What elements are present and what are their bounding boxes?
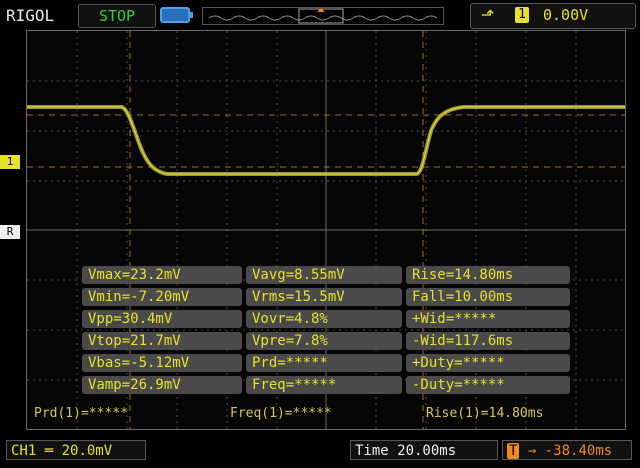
measurement-cell: Prd=***** <box>246 354 402 372</box>
timebase-button[interactable]: Time 20.00ms <box>350 440 498 460</box>
horizontal-offset-value: -38.40ms <box>544 443 613 459</box>
horizontal-offset-button[interactable]: T → -38.40ms <box>502 440 632 460</box>
waveform-overview-icon <box>208 8 438 24</box>
measurement-cell: -Wid=117.6ms <box>406 332 570 350</box>
frequency-readout: Freq(1)=***** <box>230 406 332 421</box>
memory-position-bar[interactable] <box>202 7 444 25</box>
battery-icon <box>160 7 193 23</box>
trigger-source-badge: 1 <box>515 7 529 23</box>
reference-marker[interactable]: R <box>0 225 20 239</box>
rise-readout: Rise(1)=14.80ms <box>426 406 544 421</box>
trigger-icon: T <box>507 443 520 459</box>
measurement-cell: Vtop=21.7mV <box>82 332 242 350</box>
measurement-cell: Fall=10.00ms <box>406 288 570 306</box>
channel1-scale-value: 20.0mV <box>61 443 113 459</box>
channel1-marker[interactable]: 1 <box>0 155 20 169</box>
measurement-cell: -Duty=***** <box>406 376 570 394</box>
measurement-cell: Vmax=23.2mV <box>82 266 242 284</box>
rising-edge-icon: ⬏ <box>481 5 495 24</box>
measurement-cell: Vamp=26.9mV <box>82 376 242 394</box>
measurement-cell: Vmin=-7.20mV <box>82 288 242 306</box>
dc-coupling-icon: ═ <box>44 443 62 459</box>
run-status-button[interactable]: STOP <box>78 4 156 28</box>
measurement-cell: Vavg=8.55mV <box>246 266 402 284</box>
trigger-panel[interactable]: ⬏ 1 0.00V <box>470 3 636 29</box>
measurement-cell: Vrms=15.5mV <box>246 288 402 306</box>
arrow-icon: → <box>527 443 537 459</box>
measurement-cell: +Wid=***** <box>406 310 570 328</box>
measurement-cell: Vbas=-5.12mV <box>82 354 242 372</box>
trigger-level-value: 0.00V <box>543 6 589 24</box>
brand-logo: RIGOL <box>6 6 55 25</box>
bottom-bar: CH1 ═ 20.0mV Time 20.00ms T → -38.40ms <box>0 436 640 468</box>
measurement-cell: +Duty=***** <box>406 354 570 372</box>
channel1-label: CH1 <box>11 443 37 459</box>
measurement-cell: Vovr=4.8% <box>246 310 402 328</box>
measurement-cell: Vpp=30.4mV <box>82 310 242 328</box>
top-bar: RIGOL STOP ⬏ 1 0.00V <box>0 0 640 30</box>
channel1-scale-button[interactable]: CH1 ═ 20.0mV <box>6 440 146 460</box>
measurement-cell: Freq=***** <box>246 376 402 394</box>
measurement-cell: Rise=14.80ms <box>406 266 570 284</box>
period-readout: Prd(1)=***** <box>34 406 128 421</box>
measurement-cell: Vpre=7.8% <box>246 332 402 350</box>
